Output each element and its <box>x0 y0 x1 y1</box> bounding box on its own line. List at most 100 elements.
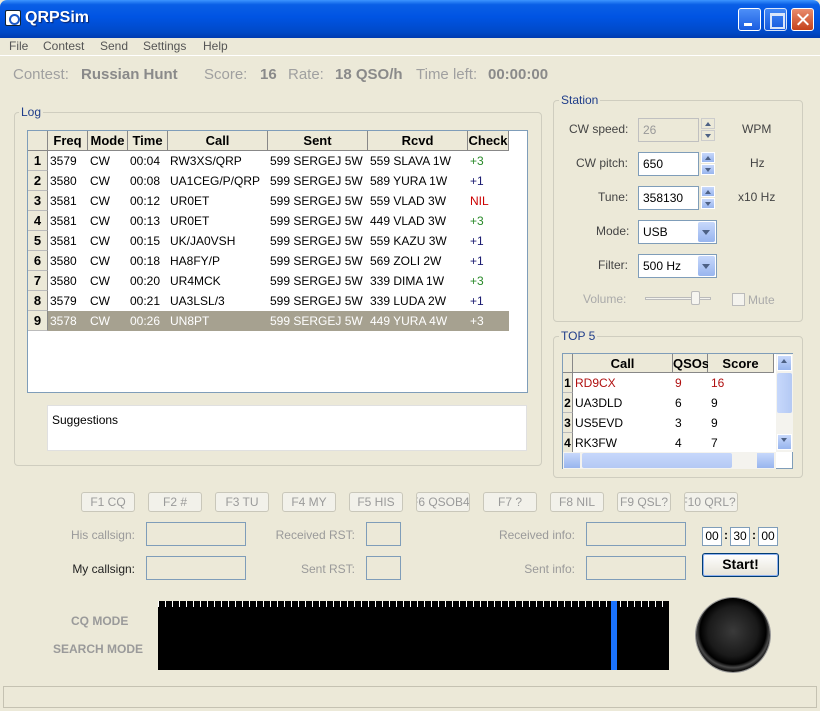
f9-qsl-button[interactable]: F9 QSL? <box>617 492 671 512</box>
search-mode-label[interactable]: SEARCH MODE <box>53 642 143 656</box>
tune-down-icon[interactable] <box>701 198 715 209</box>
log-header-sent[interactable]: Sent <box>268 131 368 151</box>
sent-rst-input[interactable] <box>366 556 401 580</box>
log-header-mode[interactable]: Mode <box>88 131 128 151</box>
f3-tu-button[interactable]: F3 TU <box>215 492 269 512</box>
mode-select[interactable]: USB <box>638 220 717 244</box>
chevron-down-icon[interactable] <box>698 256 715 276</box>
f7-button[interactable]: F7 ? <box>483 492 537 512</box>
tune-up-icon[interactable] <box>701 186 715 197</box>
tune-input[interactable]: 358130 <box>638 186 699 210</box>
f4-my-button[interactable]: F4 MY <box>282 492 336 512</box>
cw-pitch-input[interactable]: 650 <box>638 152 699 176</box>
top5-row[interactable]: 3 US5EVD 3 9 <box>563 413 776 433</box>
title-bar[interactable] <box>0 0 820 38</box>
top5-vscrollbar[interactable] <box>776 354 793 452</box>
log-row[interactable]: 8 3579 CW 00:21 UA3LSL/3 599 SERGEJ 5W 339 LUD… <box>28 291 509 311</box>
top5-vscroll-thumb[interactable] <box>777 373 792 413</box>
top5-header-qsos[interactable]: QSOs <box>673 354 709 373</box>
log-row[interactable]: 1 3579 CW 00:04 RW3XS/QRP 599 SERGEJ 5W 559 SL… <box>28 151 509 171</box>
log-row[interactable]: 3 3581 CW 00:12 UR0ET 599 SERGEJ 5W 559 VLAD 3… <box>28 191 509 211</box>
close-button[interactable] <box>791 8 814 31</box>
log-cell-call: UK/JA0VSH <box>170 234 236 248</box>
log-row[interactable]: 5 3581 CW 00:15 UK/JA0VSH 599 SERGEJ 5W 559 KA… <box>28 231 509 251</box>
log-table[interactable]: Freq Mode Time Call Sent Rcvd Check 1 357… <box>27 130 528 393</box>
minimize-button[interactable] <box>738 8 761 31</box>
scroll-up-icon[interactable] <box>777 355 792 371</box>
start-button[interactable]: Start! <box>702 553 779 577</box>
rate-value: 18 QSO/h <box>335 66 403 83</box>
menu-help[interactable]: Help <box>203 39 228 53</box>
window-title: QRPSim <box>25 9 90 26</box>
cw-speed-down-icon[interactable] <box>701 130 715 141</box>
top5-hscroll-thumb[interactable] <box>582 453 732 468</box>
filter-select[interactable]: 500 Hz <box>638 254 717 278</box>
cw-pitch-unit: Hz <box>750 156 765 170</box>
log-cell-mode: CW <box>90 194 110 208</box>
scroll-left-icon[interactable] <box>564 453 580 468</box>
timer-minutes[interactable]: 30 <box>730 527 750 546</box>
timer-hours[interactable]: 00 <box>702 527 722 546</box>
menu-file[interactable]: File <box>9 39 28 53</box>
menu-settings[interactable]: Settings <box>143 39 186 53</box>
received-rst-input[interactable] <box>366 522 401 546</box>
top5-cell-qsos: 9 <box>675 376 682 390</box>
log-header-freq[interactable]: Freq <box>48 131 88 151</box>
f6-qsob4-button[interactable]: F6 QSOB4 <box>416 492 470 512</box>
suggestions-box[interactable]: Suggestions <box>47 405 527 451</box>
chevron-down-icon[interactable] <box>698 222 715 242</box>
cw-pitch-up-icon[interactable] <box>701 152 715 163</box>
cw-speed-up-icon[interactable] <box>701 118 715 129</box>
sent-info-input[interactable] <box>586 556 686 580</box>
menu-contest[interactable]: Contest <box>43 39 84 53</box>
f8-nil-button[interactable]: F8 NIL <box>550 492 604 512</box>
top5-header-corner <box>563 354 573 373</box>
log-cell-call: UR0ET <box>170 194 210 208</box>
top5-table[interactable]: Call QSOs Score 1 RD9CX 9 16 2 UA3DLD 6 9 3 US5EV… <box>562 353 793 469</box>
waterfall-display[interactable] <box>158 601 669 670</box>
log-cell-freq: 3580 <box>50 254 77 268</box>
log-header-rcvd[interactable]: Rcvd <box>368 131 468 151</box>
received-info-input[interactable] <box>586 522 686 546</box>
log-row[interactable]: 7 3580 CW 00:20 UR4MCK 599 SERGEJ 5W 339 DIMA … <box>28 271 509 291</box>
f1-cq-button[interactable]: F1 CQ <box>81 492 135 512</box>
top5-row[interactable]: 4 RK3FW 4 7 <box>563 433 776 453</box>
tuning-knob[interactable] <box>696 598 770 672</box>
top5-hscrollbar[interactable] <box>563 452 776 469</box>
f5-his-button[interactable]: F5 HIS <box>349 492 403 512</box>
f2-button[interactable]: F2 # <box>148 492 202 512</box>
top5-title: TOP 5 <box>559 329 598 343</box>
log-header-check[interactable]: Check <box>468 131 509 151</box>
maximize-button[interactable] <box>764 8 787 31</box>
log-row[interactable]: 4 3581 CW 00:13 UR0ET 599 SERGEJ 5W 449 VLAD 3… <box>28 211 509 231</box>
my-callsign-input[interactable] <box>146 556 246 580</box>
volume-slider-thumb[interactable] <box>691 291 700 305</box>
app-icon[interactable] <box>5 10 21 26</box>
f10-qrl-button[interactable]: F10 QRL? <box>684 492 738 512</box>
log-header-time[interactable]: Time <box>128 131 168 151</box>
scroll-down-icon[interactable] <box>777 434 792 450</box>
menu-send[interactable]: Send <box>100 39 128 53</box>
rate-label: Rate: <box>288 66 324 83</box>
log-row[interactable]: 2 3580 CW 00:08 UA1CEG/P/QRP 599 SERGEJ 5W 589… <box>28 171 509 191</box>
log-header-call[interactable]: Call <box>168 131 268 151</box>
contest-label: Contest: <box>13 66 69 83</box>
top5-row-number: 4 <box>563 433 573 453</box>
top5-header-call[interactable]: Call <box>573 354 673 373</box>
log-cell-check: +3 <box>470 274 484 288</box>
log-cell-rcvd: 589 YURA 1W <box>370 174 448 188</box>
cq-mode-label[interactable]: CQ MODE <box>71 614 128 628</box>
top5-row[interactable]: 1 RD9CX 9 16 <box>563 373 776 393</box>
top5-header-score[interactable]: Score <box>708 354 774 373</box>
log-row[interactable]: 6 3580 CW 00:18 HA8FY/P 599 SERGEJ 5W 569 ZOLI… <box>28 251 509 271</box>
timer-seconds[interactable]: 00 <box>758 527 778 546</box>
scroll-right-icon[interactable] <box>757 453 774 468</box>
received-rst-label: Received RST: <box>275 528 355 542</box>
log-row[interactable]: 9 3578 CW 00:26 UN8PT 599 SERGEJ 5W 449 YURA 4… <box>28 311 509 331</box>
cw-speed-input[interactable]: 26 <box>638 118 699 142</box>
his-callsign-input[interactable] <box>146 522 246 546</box>
his-callsign-label: His callsign: <box>70 528 135 542</box>
top5-row[interactable]: 2 UA3DLD 6 9 <box>563 393 776 413</box>
mute-checkbox[interactable] <box>732 293 745 306</box>
cw-pitch-down-icon[interactable] <box>701 164 715 175</box>
